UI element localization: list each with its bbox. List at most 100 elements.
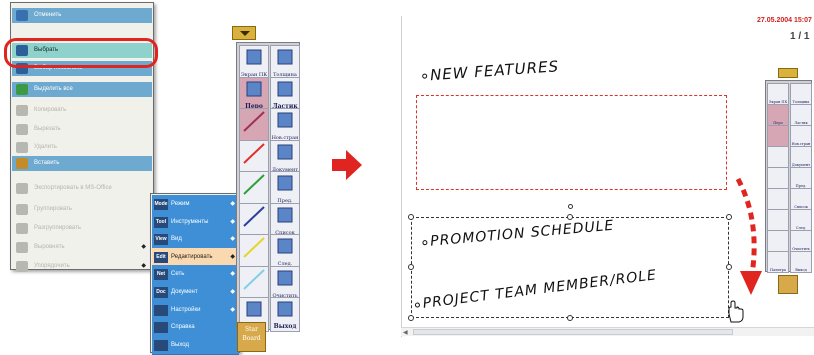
toolbar-button[interactable]: След.	[270, 234, 300, 269]
order-icon	[16, 261, 28, 272]
mini-toolbar-button[interactable]: Очистить	[790, 230, 812, 252]
drawn-rectangle[interactable]	[416, 95, 727, 190]
toolbar-button[interactable]: Толщина	[270, 45, 300, 80]
mini-toolbar-button[interactable]	[767, 146, 789, 168]
toolbar-button[interactable]: Перо	[239, 76, 269, 112]
horizontal-scrollbar[interactable]: ◀	[401, 327, 814, 336]
submenu-item[interactable]: Doc Документ ◆	[152, 283, 239, 302]
context-menu-item[interactable]: Удалить	[12, 140, 152, 155]
submenu-item[interactable]: Net Сеть ◆	[152, 265, 239, 285]
context-menu-item[interactable]: Экспортировать в MS-Office	[12, 181, 152, 196]
submenu-item-icon: Tool	[154, 216, 168, 228]
submenu-item[interactable]: View Вид ◆	[152, 230, 239, 250]
thickness-icon	[277, 49, 293, 65]
toolbar-button[interactable]	[239, 202, 269, 238]
submenu-item[interactable]: Mode Режим ◆	[152, 195, 239, 214]
toolbar-button[interactable]	[239, 265, 269, 301]
new-page-icon	[277, 112, 293, 128]
mini-toolbar-button[interactable]	[767, 167, 789, 189]
submenu-item-icon: Mode	[154, 199, 168, 210]
toolbar-button[interactable]: Ластик	[270, 76, 300, 112]
ungroup-icon	[16, 223, 28, 234]
mini-toolbar-button[interactable]	[767, 125, 789, 147]
prev-icon	[277, 175, 293, 191]
toolbar-button[interactable]	[239, 234, 269, 269]
scrollbar-thumb[interactable]	[413, 329, 733, 335]
submenu-arrow-icon: ◆	[230, 289, 235, 295]
mini-toolbar-button[interactable]	[767, 188, 789, 210]
move-direction-arrow-icon	[735, 177, 762, 295]
scroll-left-icon[interactable]: ◀	[403, 329, 408, 336]
context-menu-item[interactable]: Вырезать	[12, 122, 152, 137]
toolbar-button[interactable]	[239, 108, 269, 143]
mini-toolbar-button[interactable]: Ластик	[790, 104, 812, 126]
submenu-item-icon: Net	[154, 269, 168, 281]
mini-toolbar-button[interactable]: Нов.стран	[790, 125, 812, 147]
exit-icon	[277, 301, 293, 317]
export-icon	[16, 183, 28, 194]
group-icon	[16, 204, 28, 215]
submenu-item[interactable]: Tool Инструменты ◆	[152, 212, 239, 232]
mini-toolbar-button[interactable]: Палитра	[767, 251, 789, 273]
submenu-item-icon	[154, 304, 168, 316]
context-menu-item[interactable]: Копировать	[12, 103, 152, 118]
toolbar-button[interactable]: Нов.стран	[270, 108, 300, 143]
selection-handle[interactable]	[408, 315, 414, 321]
context-menu-item[interactable]: Упорядочить ◆	[12, 259, 152, 274]
context-menu-item-label: Экспортировать в MS-Office	[34, 185, 112, 191]
toolbar-button[interactable]: Документ	[270, 139, 300, 175]
mini-toolbar-button[interactable]: Документ	[790, 146, 812, 168]
vertical-toolbar: Экран ПК Толщина Перо Ластик Нов.стран Докуме…	[236, 42, 300, 332]
context-menu-item[interactable]: Разгруппировать	[12, 221, 152, 236]
mini-toolbar-button[interactable]: Перо	[767, 104, 789, 126]
context-menu-item-label: Выровнять	[34, 244, 65, 250]
toolbar-button[interactable]	[239, 139, 269, 175]
submenu-arrow-icon: ◆	[230, 271, 235, 278]
mini-toolbar-button[interactable]: Толщина	[790, 83, 812, 105]
toolbar-button[interactable]	[239, 171, 269, 206]
toolbar-collapse-button[interactable]	[232, 26, 256, 40]
mini-toolbar-button[interactable]: След.	[790, 209, 812, 231]
context-menu-item-label: Вставить	[34, 160, 60, 166]
toolbar-button[interactable]: Выход	[270, 297, 300, 332]
context-menu-item[interactable]: Группировать	[12, 202, 152, 217]
submenu-item-label: Инструменты	[171, 218, 209, 225]
context-menu-item[interactable]: Выделить все	[12, 82, 152, 97]
mini-toolbar-button[interactable]: Пред.	[790, 167, 812, 189]
submenu-item[interactable]: Edit Редактировать ◆	[152, 247, 239, 267]
submenu-item-label: Настройки	[171, 306, 201, 313]
toolbar-button[interactable]: Очистить	[270, 265, 300, 301]
context-menu-item[interactable]: Выровнять ◆	[12, 240, 152, 255]
submenu-item-icon	[154, 322, 168, 334]
main-submenu: Mode Режим ◆ Tool Инструменты ◆ View Вид ◆ Edit Ре…	[150, 193, 240, 355]
selection-handle[interactable]	[408, 214, 414, 220]
mini-starboard-button[interactable]	[778, 275, 798, 294]
selection-handle[interactable]	[567, 315, 573, 321]
context-menu-item[interactable]: Вставить	[12, 156, 152, 171]
next-icon	[277, 238, 293, 254]
mini-toolbar-button[interactable]: Список	[790, 188, 812, 210]
selection-handle[interactable]	[408, 264, 414, 270]
bullet-icon	[422, 73, 428, 79]
toolbar-button[interactable]: Пред.	[270, 171, 300, 206]
screen-pc-icon	[246, 49, 262, 65]
mini-toolbar-button[interactable]: Выход	[790, 251, 812, 273]
mini-toolbar-collapse-button[interactable]	[778, 68, 798, 78]
submenu-item[interactable]: Настройки ◆	[152, 300, 239, 320]
context-menu-item[interactable]: Отменить	[12, 8, 152, 23]
submenu-item-icon: View	[154, 234, 168, 246]
mini-toolbar-button[interactable]: Экран ПК	[767, 83, 789, 105]
selection-handle[interactable]	[567, 214, 573, 220]
submenu-arrow-icon: ◆	[230, 306, 235, 313]
context-menu-item-label: Отменить	[34, 12, 62, 18]
mini-toolbar-button[interactable]	[767, 230, 789, 252]
context-menu-item[interactable]	[12, 23, 152, 38]
clear-icon	[277, 270, 293, 285]
toolbar-button[interactable]: Экран ПК	[239, 45, 269, 80]
submenu-item[interactable]: Выход	[152, 335, 239, 355]
toolbar-button[interactable]: Список	[270, 202, 300, 238]
rotate-handle[interactable]	[568, 204, 573, 209]
mini-toolbar-button[interactable]	[767, 209, 789, 231]
submenu-item[interactable]: Справка	[152, 318, 239, 338]
starboard-button[interactable]: Star Board	[237, 322, 266, 352]
